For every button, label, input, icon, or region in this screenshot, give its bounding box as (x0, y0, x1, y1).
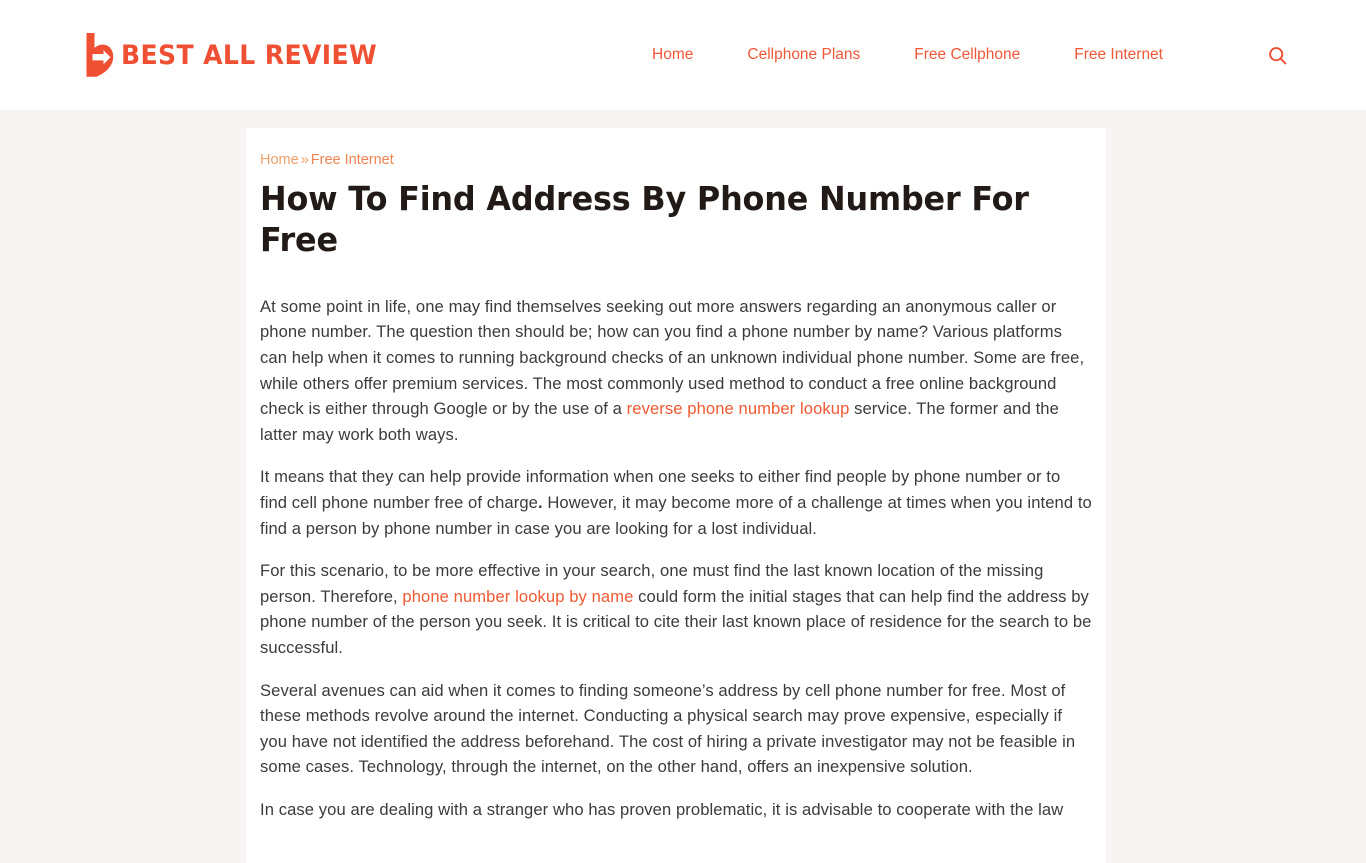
article-paragraph: It means that they can help provide info… (260, 464, 1092, 541)
article-paragraph: At some point in life, one may find them… (260, 294, 1092, 448)
breadcrumb: Home» Free Internet (260, 152, 1092, 169)
page-body: Home» Free Internet How To Find Address B… (0, 110, 1366, 863)
header-inner: BEST ALL REVIEW Home Cellphone Plans Fre… (0, 0, 1366, 110)
article-inline-link[interactable]: reverse phone number lookup (627, 399, 850, 418)
article-inline-link[interactable]: phone number lookup by name (402, 587, 633, 606)
site-header: BEST ALL REVIEW Home Cellphone Plans Fre… (0, 0, 1366, 110)
breadcrumb-current[interactable]: Free Internet (311, 152, 394, 168)
article-paragraph: Several avenues can aid when it comes to… (260, 678, 1092, 780)
article-text: In case you are dealing with a stranger … (260, 799, 1064, 819)
nav-item-free-internet[interactable]: Free Internet (1047, 47, 1190, 63)
b-arrow-logomark-icon (84, 32, 114, 78)
page-title: How To Find Address By Phone Number For … (260, 179, 1029, 259)
search-icon[interactable] (1264, 42, 1290, 68)
site-logo[interactable]: BEST ALL REVIEW (84, 32, 396, 78)
nav-item-cellphone-plans[interactable]: Cellphone Plans (720, 47, 887, 63)
content-card: Home» Free Internet How To Find Address B… (246, 128, 1106, 863)
main-navigation: Home Cellphone Plans Free Cellphone Free… (625, 42, 1290, 68)
article-body: At some point in life, one may find them… (260, 294, 1092, 823)
article-paragraph: In case you are dealing with a stranger … (260, 797, 1092, 823)
card-inner: Home» Free Internet How To Find Address B… (260, 152, 1092, 823)
article-paragraph: For this scenario, to be more effective … (260, 558, 1092, 660)
article-text: Several avenues can aid when it comes to… (260, 680, 1076, 777)
breadcrumb-separator: » (300, 152, 309, 168)
site-logo-text: BEST ALL REVIEW (121, 39, 378, 71)
breadcrumb-home[interactable]: Home (260, 152, 299, 168)
nav-item-home[interactable]: Home (625, 47, 720, 63)
nav-item-free-cellphone[interactable]: Free Cellphone (887, 47, 1047, 63)
